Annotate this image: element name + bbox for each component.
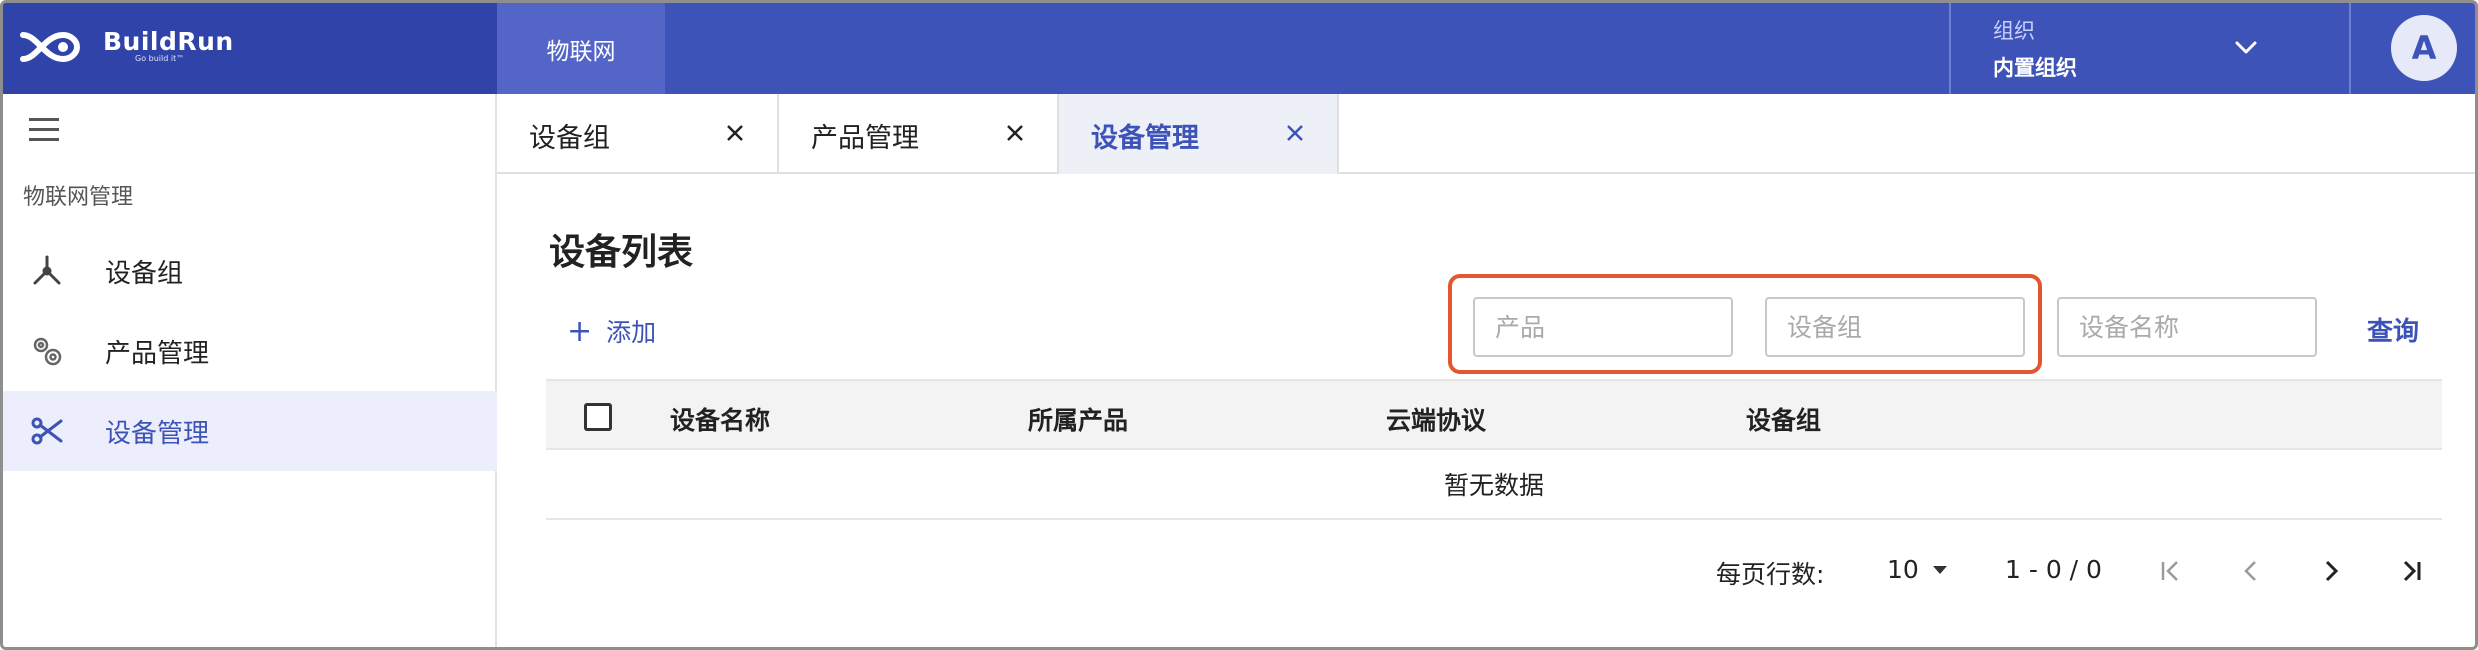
column-header-device-name[interactable]: 设备名称 (670, 401, 770, 437)
device-name-filter-input[interactable] (2057, 297, 2317, 357)
tools-icon (33, 255, 61, 285)
rows-per-page-value: 10 (1887, 555, 1919, 584)
query-button[interactable]: 查询 (2367, 311, 2419, 348)
page-title: 设备列表 (549, 232, 694, 273)
column-header-device-group[interactable]: 设备组 (1746, 401, 1821, 437)
select-all-checkbox[interactable] (584, 403, 612, 431)
tab-product-management[interactable]: 产品管理 (779, 94, 1059, 174)
hamburger-line (29, 128, 59, 131)
sidebar-item-device-management[interactable]: 设备管理 (3, 391, 497, 471)
org-label: 组织 (1993, 19, 2035, 43)
caret-down-icon (1932, 565, 1947, 574)
org-name: 内置组织 (1993, 56, 2077, 80)
menu-toggle-button[interactable] (29, 118, 63, 146)
sidebar-item-device-group[interactable]: 设备组 (3, 231, 497, 311)
chevron-down-icon (2235, 41, 2257, 54)
tab-device-management[interactable]: 设备管理 (1059, 94, 1339, 174)
tab-label: 产品管理 (811, 123, 919, 154)
close-icon[interactable] (1283, 121, 1307, 145)
pagination-range: 1 - 0 / 0 (2005, 555, 2102, 584)
org-selector[interactable]: 组织 内置组织 (1949, 3, 2349, 94)
sidebar-item-product-management[interactable]: 产品管理 (3, 311, 497, 391)
tab-device-group[interactable]: 设备组 (497, 94, 779, 174)
add-button-label: 添加 (606, 318, 657, 347)
gears-icon (33, 337, 62, 366)
add-device-button[interactable]: + 添加 (567, 313, 656, 349)
top-header: BuildRun Go build it™ 物联网 组织 内置组织 A (3, 3, 2475, 94)
last-page-icon[interactable] (2395, 555, 2427, 587)
hamburger-line (29, 118, 59, 121)
tab-label: 设备管理 (1091, 123, 1199, 154)
empty-state-row: 暂无数据 (546, 450, 2442, 520)
nav-module-iot[interactable]: 物联网 (497, 3, 665, 94)
rows-per-page-label: 每页行数: (1716, 560, 1825, 589)
close-icon[interactable] (723, 121, 747, 145)
rows-per-page-select[interactable]: 10 (1887, 555, 1947, 584)
hamburger-line (29, 138, 59, 141)
brand-area[interactable]: BuildRun Go build it™ (3, 3, 497, 94)
plus-icon: + (567, 313, 593, 349)
buildrun-logo-icon (20, 31, 81, 63)
sidebar-item-label: 产品管理 (105, 338, 210, 369)
sidebar-section-title: 物联网管理 (23, 185, 134, 210)
tab-bar: 设备组 产品管理 设备管理 (497, 94, 2475, 174)
avatar[interactable]: A (2391, 15, 2457, 81)
sidebar: 物联网管理 设备组 产品管理 设备管理 (3, 94, 497, 647)
next-page-icon[interactable] (2315, 555, 2347, 587)
previous-page-icon[interactable] (2235, 555, 2267, 587)
sidebar-item-label: 设备组 (105, 258, 184, 289)
column-header-product[interactable]: 所属产品 (1028, 401, 1128, 437)
table-header: 设备名称 所属产品 云端协议 设备组 (546, 379, 2442, 450)
column-header-cloud-protocol[interactable]: 云端协议 (1386, 401, 1486, 437)
brand-name: BuildRun (103, 27, 234, 56)
device-group-filter-input[interactable] (1765, 297, 2025, 357)
first-page-icon[interactable] (2155, 555, 2187, 587)
product-filter-input[interactable] (1473, 297, 1733, 357)
tab-label: 设备组 (529, 123, 610, 154)
app-window: BuildRun Go build it™ 物联网 组织 内置组织 A 物联网管… (0, 0, 2478, 650)
sidebar-item-label: 设备管理 (105, 418, 210, 449)
brand-tagline: Go build it™ (135, 54, 185, 63)
scissors-icon (31, 417, 63, 445)
close-icon[interactable] (1003, 121, 1027, 145)
user-area: A (2349, 3, 2475, 94)
